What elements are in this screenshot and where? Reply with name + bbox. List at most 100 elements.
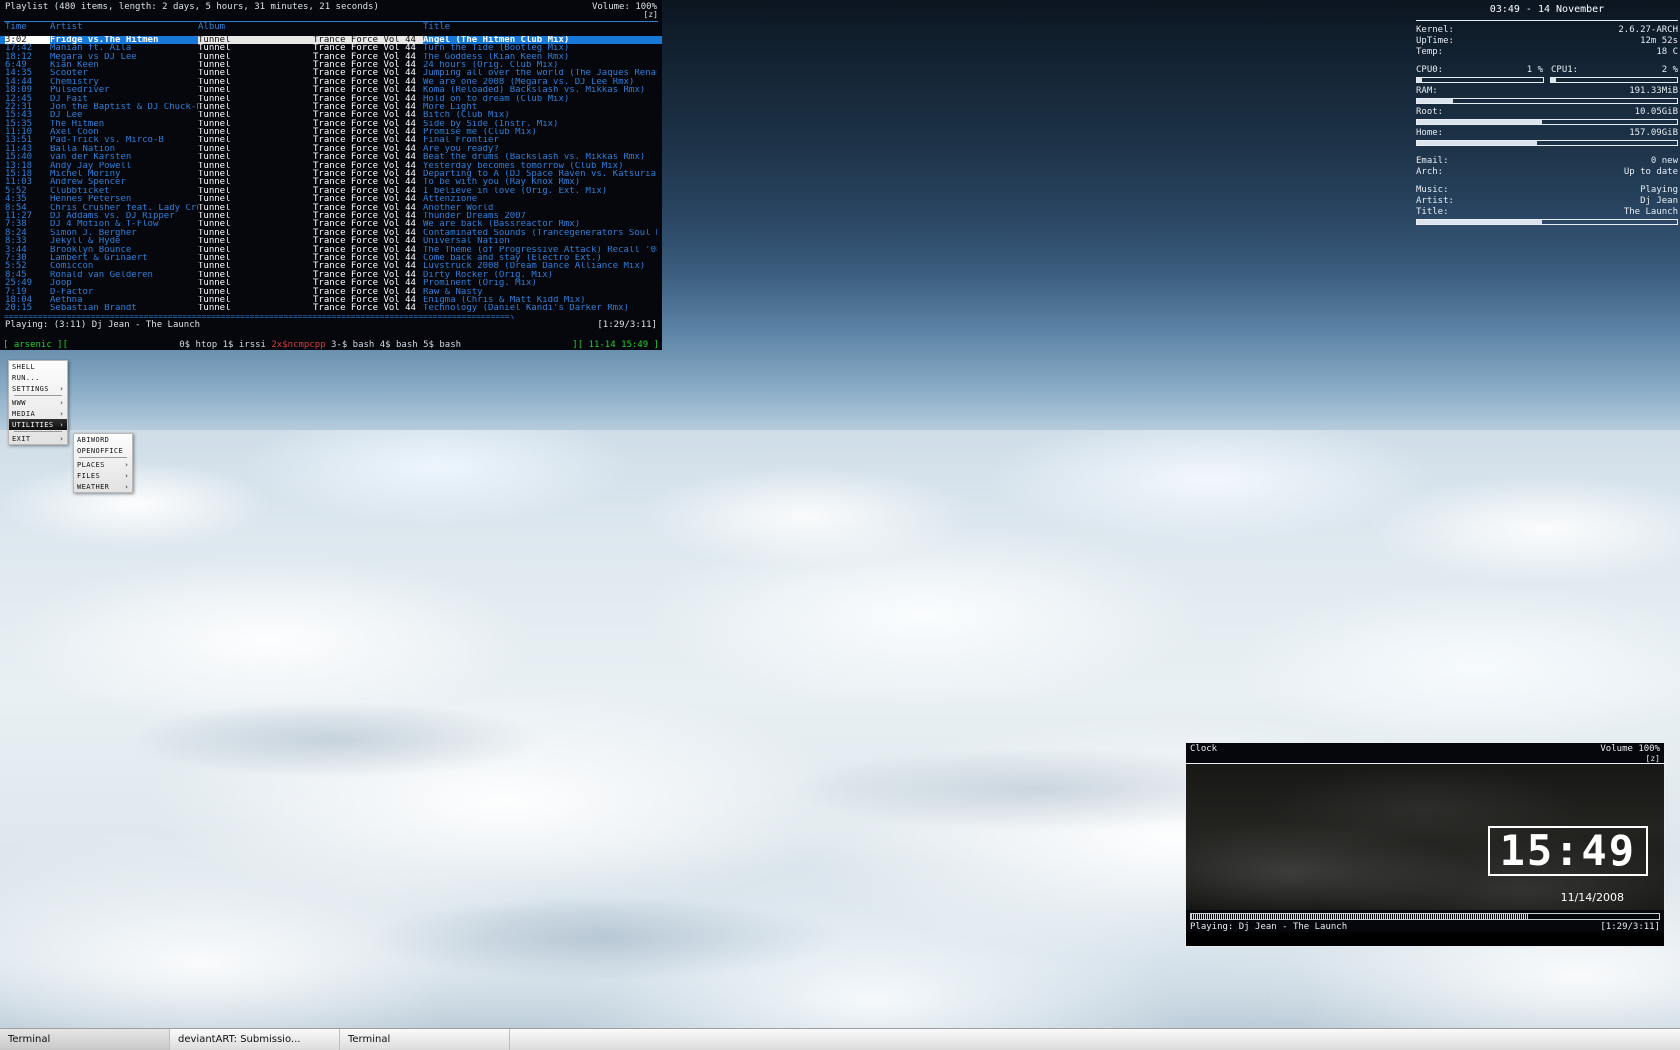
menu-item-label: MEDIA bbox=[12, 409, 36, 418]
conky-stat-arch: Arch: Up to date bbox=[1416, 167, 1678, 178]
row-title: Raw & Nasty bbox=[423, 287, 483, 296]
row-artist: Scooter bbox=[50, 69, 88, 78]
column-header-title: Title bbox=[423, 22, 451, 33]
tmux-status-bar[interactable]: [ arsenic ][ 0$ htop 1$ irssi 2x$ncmpcpp… bbox=[0, 340, 662, 350]
tmux-windows-after[interactable]: 3-$ bash 4$ bash 5$ bash bbox=[326, 340, 461, 350]
row-album: Tunnel bbox=[198, 170, 231, 179]
tmux-active-window[interactable]: 2x$ncmpcpp bbox=[271, 340, 325, 350]
chevron-right-icon: › bbox=[59, 409, 64, 418]
clock-volume-label: Volume 100% bbox=[1600, 744, 1660, 754]
root-menu-list[interactable]: SHELL RUN... SETTINGS › WWW › MEDIA › UTILITIES ›… bbox=[8, 360, 68, 445]
submenu-item-files[interactable]: FILES › bbox=[74, 470, 132, 481]
row-artist: Balla Nation bbox=[50, 144, 116, 154]
playback-progress-bar[interactable] bbox=[1190, 912, 1660, 920]
conky-gap-3 bbox=[1416, 178, 1678, 185]
row-title: Bitch (Club Mix) bbox=[423, 111, 510, 120]
menu-item-run[interactable]: RUN... bbox=[9, 372, 67, 383]
menu-separator bbox=[14, 395, 62, 396]
conky-stat-kernel: Kernel: 2.6.27-ARCH bbox=[1416, 25, 1678, 36]
conky-stat-music: Music: Playing bbox=[1416, 185, 1678, 196]
playlist-summary: Playlist (480 items, length: 2 days, 5 h… bbox=[5, 2, 379, 12]
home-bar-fill bbox=[1417, 141, 1537, 145]
taskbar-item[interactable]: deviantART: Submissio... bbox=[170, 1029, 340, 1050]
row-album: Tunnel bbox=[198, 228, 231, 238]
chevron-right-icon: › bbox=[59, 420, 64, 429]
taskbar-items[interactable]: Terminal deviantART: Submissio... Terminal bbox=[0, 1029, 510, 1050]
temp-value: 18 C bbox=[1656, 47, 1678, 57]
row-artist: Andy Jay Powell bbox=[50, 161, 132, 171]
submenu-item-places[interactable]: PLACES › bbox=[74, 459, 132, 470]
conky-title-label: Title: bbox=[1416, 207, 1449, 217]
row-album-volume: Trance Force Vol 44 bbox=[313, 303, 416, 314]
cpu0-bar bbox=[1416, 77, 1544, 83]
column-header-album: Album bbox=[198, 22, 226, 33]
menu-item-exit[interactable]: EXIT › bbox=[9, 433, 67, 444]
ram-bar-fill bbox=[1417, 99, 1454, 103]
row-title: Universal Nation bbox=[423, 237, 510, 246]
arch-label: Arch: bbox=[1416, 167, 1444, 177]
chevron-right-icon: › bbox=[59, 398, 64, 407]
menu-item-www[interactable]: WWW › bbox=[9, 397, 67, 408]
row-album: Tunnel bbox=[198, 69, 231, 78]
root-menu[interactable]: SHELL RUN... SETTINGS › WWW › MEDIA › UTILITIES ›… bbox=[8, 360, 133, 493]
ram-value: 191.33MiB bbox=[1629, 86, 1678, 96]
clock-date: 11/14/2008 bbox=[1560, 891, 1624, 904]
row-artist: DJ Lee bbox=[50, 111, 83, 120]
taskbar-item-label: Terminal bbox=[348, 1034, 391, 1045]
clock-progress-row[interactable] bbox=[1186, 910, 1664, 922]
kernel-label: Kernel: bbox=[1416, 25, 1454, 35]
row-title: Koma (Reloaded) Backslash vs. Mikkas Rmx… bbox=[423, 86, 646, 95]
row-artist: Aethna bbox=[50, 295, 83, 305]
clock-window[interactable]: Clock Volume 100% [z] 15:49 11/14/2008 P… bbox=[1185, 742, 1665, 947]
tmux-window-list[interactable]: 0$ htop 1$ irssi 2x$ncmpcpp 3-$ bash 4$ … bbox=[68, 340, 572, 350]
now-playing-time: [1:29/3:11] bbox=[597, 319, 657, 330]
row-title: Technology (Daniel Kandi's Darker Rmx) bbox=[423, 304, 629, 313]
row-title: Are you ready? bbox=[423, 144, 499, 154]
row-album: Tunnel bbox=[198, 295, 231, 305]
row-album: Tunnel bbox=[198, 102, 231, 112]
cpu1-value: 2 % bbox=[1661, 65, 1678, 75]
row-title: I believe in love (Orig. Ext. Mix) bbox=[423, 186, 608, 196]
taskbar[interactable]: Terminal deviantART: Submissio... Terminal bbox=[0, 1028, 1680, 1050]
row-artist: Hennes Petersen bbox=[50, 195, 132, 204]
menu-item-shell[interactable]: SHELL bbox=[9, 361, 67, 372]
taskbar-item[interactable]: Terminal bbox=[340, 1029, 510, 1050]
row-artist: Jekyll & Hyde bbox=[50, 237, 121, 246]
tmux-windows-before[interactable]: 0$ htop 1$ irssi bbox=[179, 340, 271, 350]
root-value: 10.05GiB bbox=[1634, 107, 1678, 117]
row-title: Jumping all over the world (The Jaques R… bbox=[423, 69, 657, 78]
submenu-item-abiword[interactable]: ABIWORD bbox=[74, 434, 132, 445]
row-title: Another World bbox=[423, 203, 494, 212]
clock-now-playing: Playing: Dj Jean - The Launch bbox=[1190, 922, 1348, 932]
root-bar bbox=[1416, 119, 1678, 125]
row-artist: Pad-Trick vs. Mirco-B bbox=[50, 136, 164, 145]
menu-item-label: SETTINGS bbox=[12, 384, 49, 393]
menu-item-media[interactable]: MEDIA › bbox=[9, 408, 67, 419]
clock-footer: Playing: Dj Jean - The Launch [1:29/3:11… bbox=[1186, 922, 1664, 932]
row-album: Tunnel bbox=[198, 245, 231, 254]
row-artist: Pulsedriver bbox=[50, 86, 110, 95]
conky-divider-top bbox=[1416, 20, 1678, 21]
taskbar-spacer bbox=[510, 1029, 1680, 1050]
menu-item-label: EXIT bbox=[12, 434, 31, 443]
menu-item-settings[interactable]: SETTINGS › bbox=[9, 383, 67, 394]
row-artist: Manian ft. Aila bbox=[50, 44, 132, 53]
utilities-submenu[interactable]: ABIWORD OPENOFFICE PLACES › FILES › WEATHER › bbox=[73, 433, 133, 493]
row-artist: DJ 4 Motion & T-Flow bbox=[50, 220, 159, 229]
row-album: Tunnel bbox=[198, 304, 231, 313]
row-title: Dirty Rocker (Orig. Mix) bbox=[423, 270, 554, 280]
taskbar-item[interactable]: Terminal bbox=[0, 1029, 170, 1050]
home-bar bbox=[1416, 140, 1678, 146]
terminal-window-ncmpcpp[interactable]: Playlist (480 items, length: 2 days, 5 h… bbox=[0, 0, 662, 350]
row-artist: Brooklyn Bounce bbox=[50, 245, 132, 254]
playlist-rows[interactable]: 3:02 Fridge vs.The Hitmen Tunnel Trance For… bbox=[0, 35, 662, 314]
submenu-item-weather[interactable]: WEATHER › bbox=[74, 481, 132, 492]
music-progress-bar bbox=[1416, 219, 1678, 225]
conky-clock: 03:49 - 14 November bbox=[1489, 4, 1605, 15]
menu-item-label: OPENOFFICE bbox=[77, 446, 124, 455]
playlist-row[interactable]: 20:15 Sebastian Brandt Tunnel Trance Force … bbox=[0, 303, 662, 314]
menu-item-utilities[interactable]: UTILITIES › bbox=[9, 419, 67, 430]
chevron-right-icon: › bbox=[59, 434, 64, 443]
submenu-item-openoffice[interactable]: OPENOFFICE bbox=[74, 445, 132, 456]
tmux-session-name[interactable]: [ arsenic ][ bbox=[3, 340, 68, 350]
